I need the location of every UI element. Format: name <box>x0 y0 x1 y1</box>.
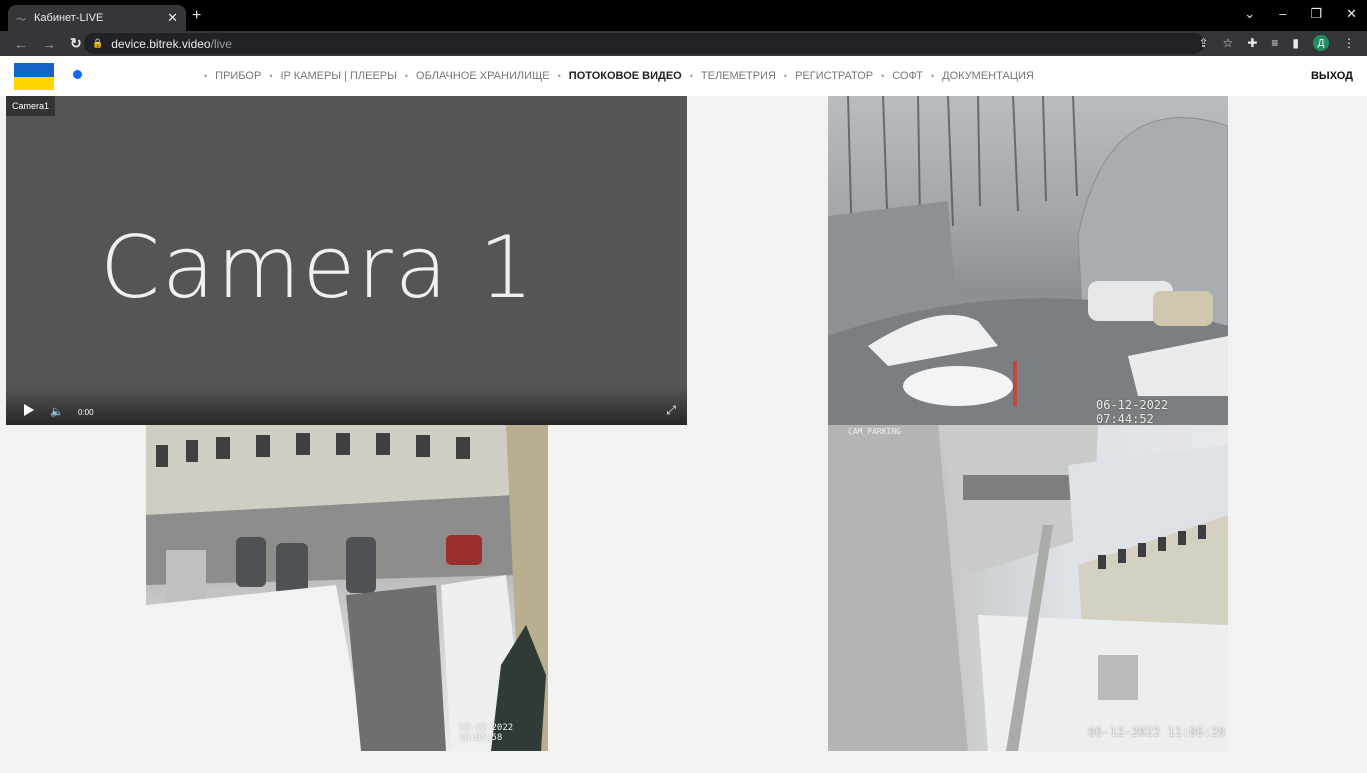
player-controls: 🔈 0:00 ⤢ <box>6 387 687 425</box>
camera3-timestamp: 12-12-2022 16:05:58 <box>459 723 514 743</box>
forward-icon[interactable]: → <box>42 36 56 52</box>
minimize-icon[interactable]: – <box>1279 6 1286 22</box>
window-controls: ⌄ – ❐ ✕ <box>1244 6 1357 22</box>
playback-time: 0:00 <box>78 408 94 417</box>
flag-yellow-stripe <box>14 76 54 90</box>
menu-kebab-icon[interactable]: ⋮ <box>1343 36 1355 50</box>
browser-toolbar: ← → ↻ 🔒 device.bitrek.video/live ⇪ ☆ ✚ ≡… <box>0 31 1367 56</box>
camera1-placeholder-text: Camera 1 <box>100 218 536 318</box>
tab-favicon-icon: 〜 <box>16 14 26 26</box>
camera2-timestamp: 06-12-2022 07:44:52 <box>1096 398 1169 425</box>
camera2-scene <box>828 96 1228 425</box>
menu-item[interactable]: ОБЛАЧНОЕ ХРАНИЛИЩЕ <box>416 70 550 82</box>
ukraine-flag-logo[interactable] <box>14 63 54 90</box>
menu-separator: • <box>881 71 885 81</box>
menu-item[interactable]: ПРИБОР <box>215 70 261 82</box>
main-menu: • ПРИБОР • IP КАМЕРЫ | ПЛЕЕРЫ • ОБЛАЧНОЕ ХРАН… <box>196 70 1034 82</box>
camera1-player[interactable]: Camera1 Camera 1 🔈 0:00 ⤢ <box>6 96 687 425</box>
side-panel-icon[interactable]: ▮ <box>1292 36 1299 50</box>
lock-icon: 🔒 <box>92 38 104 48</box>
profile-avatar[interactable]: Д <box>1313 35 1329 51</box>
restore-icon[interactable]: ❐ <box>1310 6 1322 22</box>
menu-separator: • <box>689 71 693 81</box>
address-bar[interactable]: 🔒 device.bitrek.video/live <box>84 33 1204 54</box>
browser-tools: ⇪ ☆ ✚ ≡ ▮ Д ⋮ <box>1198 35 1355 51</box>
camera3-feed[interactable]: 12-12-2022 16:05:58 <box>146 425 548 751</box>
tab-close-icon[interactable]: ✕ <box>167 10 178 26</box>
menu-separator: • <box>204 71 208 81</box>
menu-item[interactable]: ТЕЛЕМЕТРИЯ <box>701 70 776 82</box>
flag-blue-stripe <box>14 63 54 77</box>
camera4-timestamp: 06-12-2022 11:06:20 <box>1088 725 1226 739</box>
url-host: device.bitrek.video <box>111 36 211 51</box>
play-icon[interactable] <box>24 404 34 416</box>
camera4-feed[interactable]: CAM_PARKING 06-12-2022 11:06:20 <box>828 425 1228 751</box>
menu-separator: • <box>404 71 409 81</box>
share-icon[interactable]: ⇪ <box>1198 36 1208 50</box>
reload-icon[interactable]: ↻ <box>70 35 82 52</box>
fullscreen-icon[interactable]: ⤢ <box>666 403 676 418</box>
tab-title: Кабинет-LIVE <box>34 12 104 24</box>
url-path: /live <box>210 36 232 51</box>
new-tab-icon[interactable]: + <box>192 7 201 25</box>
camera4-scene <box>828 425 1228 751</box>
browser-tab-strip: 〜 Кабинет-LIVE ✕ + ⌄ – ❐ ✕ <box>0 0 1367 31</box>
camera1-label: Camera1 <box>6 96 56 116</box>
menu-separator: • <box>783 71 788 81</box>
bookmark-star-icon[interactable]: ☆ <box>1223 36 1234 50</box>
browser-tab[interactable]: 〜 Кабинет-LIVE ✕ <box>8 5 186 31</box>
menu-item[interactable]: ПОТОКОВОЕ ВИДЕО <box>569 70 682 82</box>
menu-item[interactable]: СОФТ <box>892 70 923 82</box>
tab-search-icon[interactable]: ⌄ <box>1244 6 1255 22</box>
camera2-feed[interactable]: 06-12-2022 07:44:52 <box>828 96 1228 425</box>
back-icon[interactable]: ← <box>14 36 28 52</box>
extensions-icon[interactable]: ✚ <box>1247 36 1257 50</box>
logout-link[interactable]: ВЫХОД <box>1311 70 1353 82</box>
menu-item[interactable]: ДОКУМЕНТАЦИЯ <box>942 70 1034 82</box>
menu-item[interactable]: IP КАМЕРЫ | ПЛЕЕРЫ <box>280 70 396 82</box>
menu-separator: • <box>931 71 935 81</box>
status-dot-icon <box>73 70 82 79</box>
camera3-scene <box>146 425 548 751</box>
volume-icon[interactable]: 🔈 <box>50 405 64 418</box>
menu-item[interactable]: РЕГИСТРАТОР <box>795 70 873 82</box>
reading-list-icon[interactable]: ≡ <box>1271 36 1278 50</box>
menu-separator: • <box>557 71 561 81</box>
close-window-icon[interactable]: ✕ <box>1346 6 1357 22</box>
menu-separator: • <box>269 71 273 81</box>
camera4-name: CAM_PARKING <box>848 427 901 436</box>
